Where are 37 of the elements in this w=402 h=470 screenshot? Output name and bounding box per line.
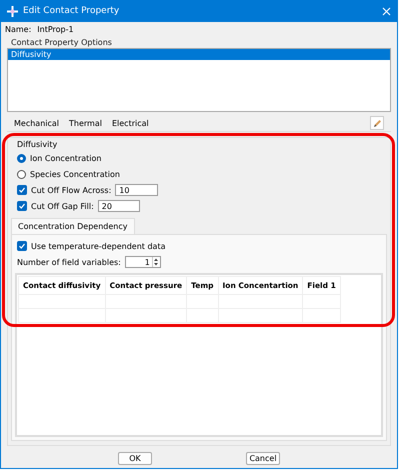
edit-button[interactable] [370,116,384,130]
window-title: Edit Contact Property [23,6,120,16]
menu-item[interactable]: Thermal [69,118,102,128]
table-cell[interactable] [105,308,187,322]
spin-box[interactable]: 1 [124,256,161,268]
radio-label: Species Concentration [30,170,120,178]
checkbox[interactable] [17,241,27,251]
checkbox-label: Cut Off Gap Fill: [31,202,94,210]
table-cell[interactable] [18,294,106,308]
checkbox[interactable] [17,201,27,211]
checkbox[interactable] [17,185,27,195]
group-title: Diffusivity [16,139,58,150]
radio-button[interactable] [17,154,26,162]
group-title: Contact Property Options [10,37,113,48]
tab[interactable]: Concentration Dependency [11,218,134,234]
field-label: Number of field variables: [17,258,121,266]
spin-arrows-icon[interactable] [152,257,159,267]
radio-button[interactable] [17,170,26,178]
app-icon [7,6,18,16]
list-item[interactable]: Diffusivity [8,49,390,60]
checkbox-label: Use temperature-dependent data [31,242,166,250]
table-cell[interactable] [302,308,340,322]
pencil-icon [372,118,382,128]
name-value: IntProp-1 [37,25,74,34]
radio-label: Ion Concentration [30,154,102,162]
cancel-button[interactable]: Cancel [246,452,280,465]
input-field[interactable]: 10 [115,184,158,196]
menu-item[interactable]: Electrical [112,118,149,128]
table-cell[interactable] [186,308,218,322]
table-cell[interactable] [218,308,303,322]
input-field[interactable]: 20 [98,200,140,212]
close-icon[interactable] [382,6,391,16]
checkbox-label: Cut Off Flow Across: [31,186,112,194]
name-label: Name: [5,25,32,34]
ok-button[interactable]: OK [118,452,152,465]
menu-item[interactable]: Mechanical [14,118,60,128]
table-cell[interactable] [18,308,106,322]
